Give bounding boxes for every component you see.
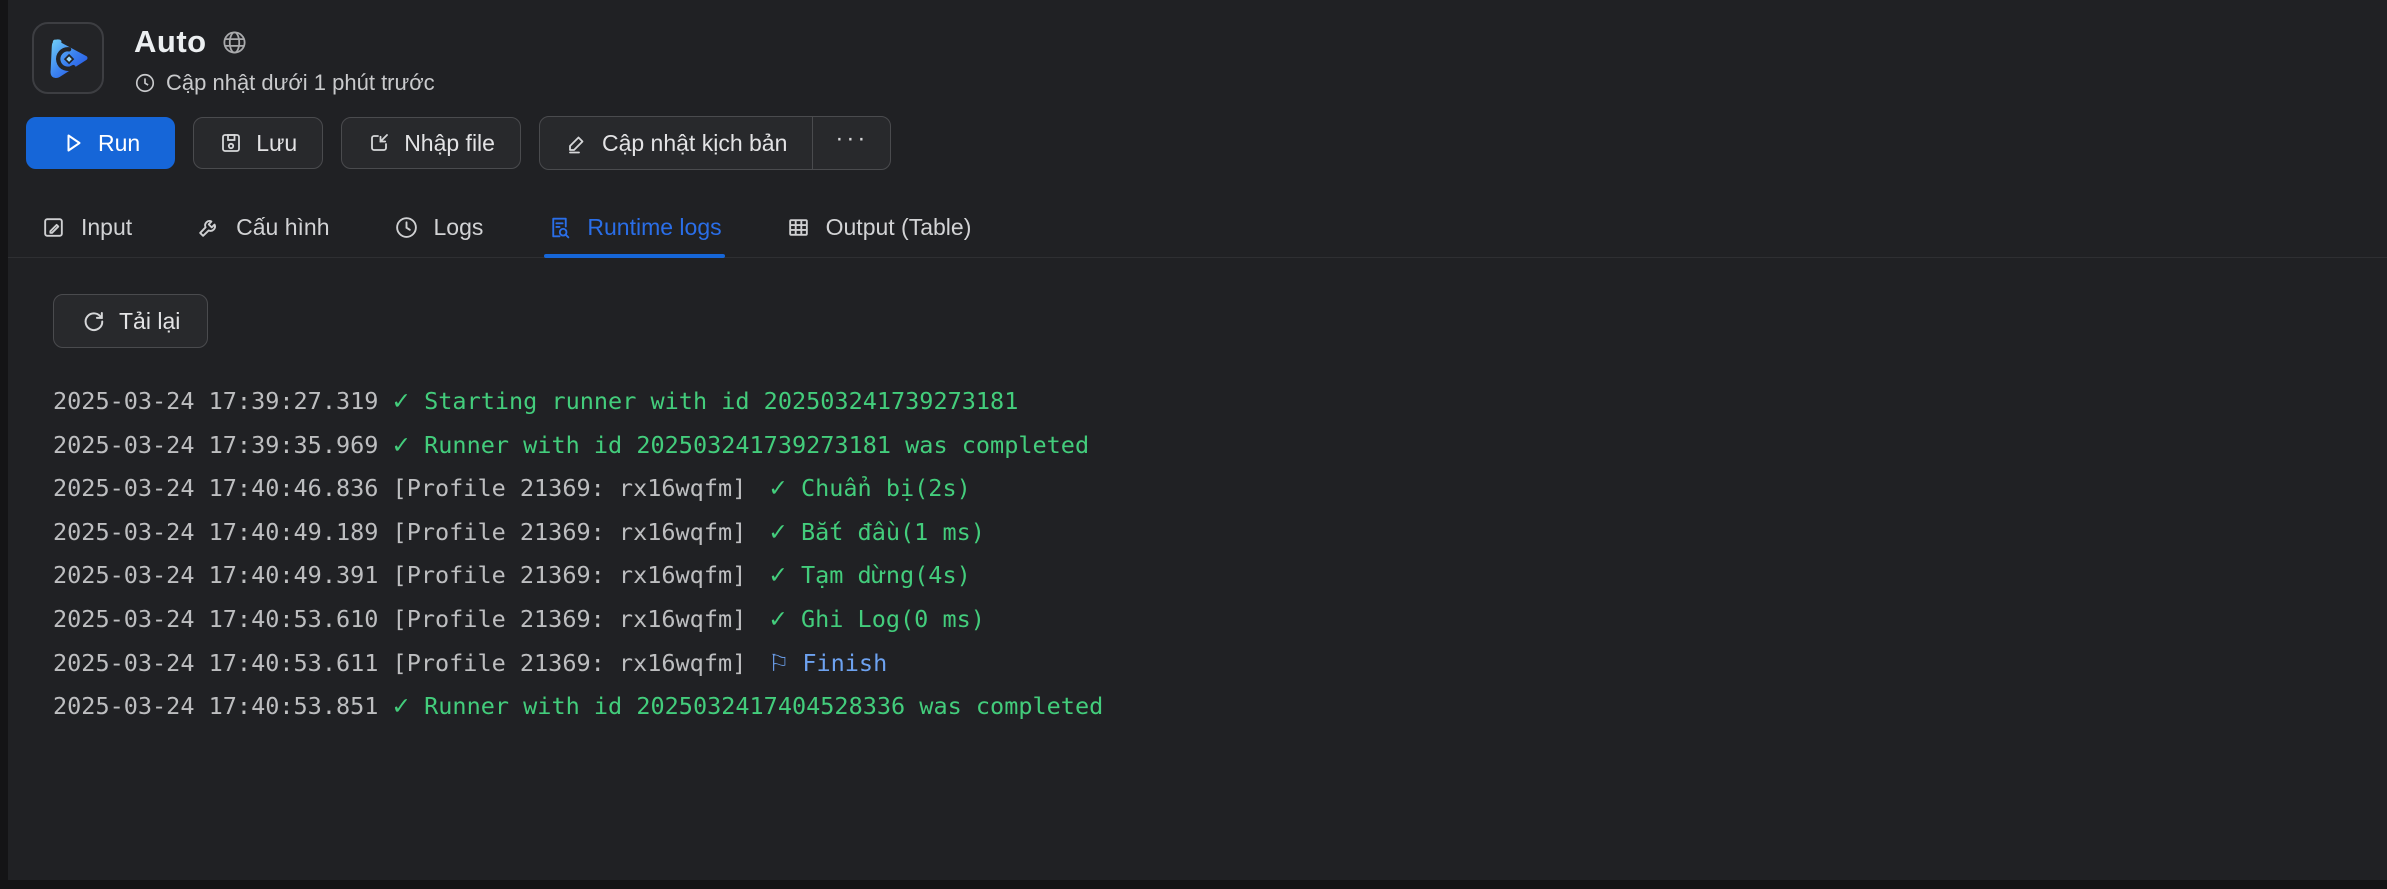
update-script-button-group: Cập nhật kịch bản ··· <box>538 116 892 170</box>
app-logo <box>32 22 104 94</box>
tab-input[interactable]: Input <box>38 198 135 257</box>
import-icon <box>371 134 389 151</box>
clock-icon <box>135 73 155 93</box>
reload-button-label: Tải lại <box>119 307 181 334</box>
log-timestamp: 2025-03-24 17:40:49.391 [Profile 21369: … <box>53 561 747 590</box>
table-icon <box>788 219 808 236</box>
log-timestamp: 2025-03-24 17:40:53.611 [Profile 21369: … <box>53 648 747 677</box>
tab-logs[interactable]: Logs <box>391 198 487 257</box>
play-icon <box>67 134 81 152</box>
log-line: 2025-03-24 17:39:27.319 ✓ Starting runne… <box>53 380 2387 424</box>
log-line: 2025-03-24 17:40:49.189 [Profile 21369: … <box>53 511 2387 555</box>
reload-button[interactable]: Tải lại <box>53 294 209 348</box>
save-button[interactable]: Lưu <box>193 117 324 169</box>
run-button[interactable]: Run <box>26 117 176 169</box>
flag-icon: ⚐ <box>768 648 790 677</box>
update-script-button-label: Cập nhật kịch bản <box>601 129 788 156</box>
ellipsis-icon: ··· <box>835 125 869 152</box>
log-line: 2025-03-24 17:40:53.611 [Profile 21369: … <box>53 642 2387 686</box>
check-icon: ✓ <box>768 474 788 503</box>
wrench-icon <box>199 220 217 237</box>
tab-input-label: Input <box>81 214 133 240</box>
edit-pencil-icon <box>569 136 584 154</box>
tab-config[interactable]: Cấu hình <box>193 198 332 257</box>
edit-box-icon <box>44 218 63 237</box>
check-icon: ✓ <box>768 604 788 633</box>
page-title: Auto <box>134 24 207 59</box>
log-message: Bắt đầu(1 ms) <box>800 517 985 546</box>
log-timestamp: 2025-03-24 17:40:53.851 <box>53 692 379 721</box>
log-message: Tạm dừng(4s) <box>800 561 971 590</box>
update-script-button[interactable]: Cập nhật kịch bản <box>540 117 812 169</box>
left-edge-strip <box>0 0 8 889</box>
log-timestamp: 2025-03-24 17:39:35.969 <box>53 430 379 459</box>
run-button-label: Run <box>98 129 141 156</box>
import-file-button[interactable]: Nhập file <box>341 117 521 169</box>
check-icon: ✓ <box>391 692 412 721</box>
title-block: Auto Cập nhật dưới 1 phút trước <box>134 22 435 96</box>
runtime-logs-panel: Tải lại 2025-03-24 17:39:27.319 ✓ Starti… <box>0 258 2387 729</box>
log-timestamp: 2025-03-24 17:40:46.836 [Profile 21369: … <box>53 474 747 503</box>
tab-runtime-logs[interactable]: Runtime logs <box>544 198 725 258</box>
log-message: Runner with id 2025032417404528336 was c… <box>424 692 1104 721</box>
save-button-label: Lưu <box>256 129 298 156</box>
bottom-edge-strip <box>0 880 2387 889</box>
log-timestamp: 2025-03-24 17:40:53.610 [Profile 21369: … <box>53 604 747 633</box>
log-line: 2025-03-24 17:40:49.391 [Profile 21369: … <box>53 554 2387 598</box>
log-message: Starting runner with id 2025032417392731… <box>424 387 1019 415</box>
tab-runtime-logs-label: Runtime logs <box>587 214 722 240</box>
reload-icon <box>84 311 104 331</box>
log-line: 2025-03-24 17:40:53.610 [Profile 21369: … <box>53 598 2387 642</box>
log-line: 2025-03-24 17:40:46.836 [Profile 21369: … <box>53 467 2387 511</box>
log-message: Finish <box>802 648 888 677</box>
check-icon: ✓ <box>768 561 788 590</box>
check-icon: ✓ <box>768 517 788 546</box>
globe-icon <box>223 30 246 54</box>
log-timestamp: 2025-03-24 17:40:49.189 [Profile 21369: … <box>53 517 747 546</box>
tab-config-label: Cấu hình <box>236 214 330 240</box>
check-icon: ✓ <box>391 430 412 459</box>
last-updated: Cập nhật dưới 1 phút trước <box>134 70 435 96</box>
log-line: 2025-03-24 17:39:35.969 ✓ Runner with id… <box>53 424 2387 468</box>
import-file-button-label: Nhập file <box>404 129 495 156</box>
log-message: Runner with id 202503241739273181 was co… <box>424 430 1090 459</box>
tab-output-table-label: Output (Table) <box>825 214 972 240</box>
more-actions-button[interactable]: ··· <box>812 117 890 169</box>
toolbar: Run Lưu Nhập file Cập nhật kịch bản ··· <box>26 116 2387 170</box>
log-message: Chuẩn bị(2s) <box>800 474 971 503</box>
tab-output-table[interactable]: Output (Table) <box>783 198 975 257</box>
log-lines: 2025-03-24 17:39:27.319 ✓ Starting runne… <box>53 380 2387 729</box>
log-line: 2025-03-24 17:40:53.851 ✓ Runner with id… <box>53 685 2387 729</box>
app-logo-icon <box>50 39 88 78</box>
tab-logs-label: Logs <box>433 214 484 240</box>
last-updated-text: Cập nhật dưới 1 phút trước <box>166 70 435 95</box>
document-search-icon <box>552 217 570 239</box>
log-timestamp: 2025-03-24 17:39:27.319 <box>53 387 379 415</box>
save-icon <box>222 134 241 152</box>
header: Auto Cập nhật dưới 1 phút trước <box>0 0 2387 96</box>
tab-bar: Input Cấu hình Logs Runtime logs Output … <box>0 198 2387 258</box>
check-icon: ✓ <box>391 387 412 415</box>
clock-icon <box>395 217 417 238</box>
log-message: Ghi Log(0 ms) <box>800 604 985 633</box>
